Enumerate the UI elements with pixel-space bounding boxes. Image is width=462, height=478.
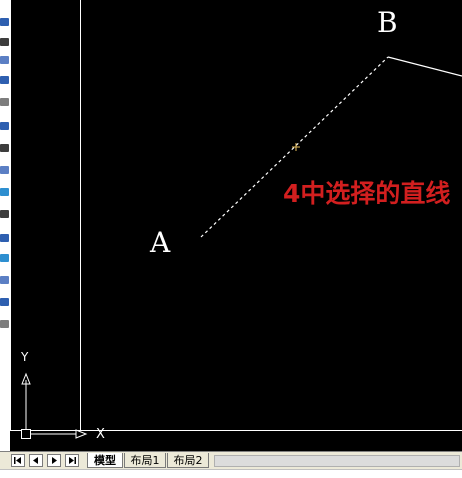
previous-layout-arrow-icon: [33, 457, 38, 464]
toolbar-icon[interactable]: [0, 276, 9, 284]
toolbar-icon[interactable]: [0, 144, 9, 152]
tab-layout2[interactable]: 布局2: [167, 453, 209, 468]
first-layout-arrow-icon: [14, 457, 21, 464]
line-midpoint-marker: [292, 143, 300, 151]
toolbar-icon[interactable]: [0, 98, 9, 106]
ucs-x-label: X: [96, 427, 105, 442]
annotation-label: 4中选择的直线: [283, 179, 451, 208]
point-b-label: B: [377, 6, 398, 39]
toolbar-icon[interactable]: [0, 234, 9, 242]
horizontal-scrollbar[interactable]: [214, 455, 460, 467]
toolbar-icon[interactable]: [0, 320, 9, 328]
toolbar-icon[interactable]: [0, 188, 9, 196]
next-layout-button[interactable]: [47, 454, 61, 467]
toolbar-icon[interactable]: [0, 18, 9, 26]
last-layout-arrow-icon: [69, 457, 76, 464]
line-from-b[interactable]: [387, 56, 462, 77]
tab-model[interactable]: 模型: [87, 453, 123, 468]
toolbar-icon[interactable]: [0, 254, 9, 262]
previous-layout-button[interactable]: [29, 454, 43, 467]
next-layout-arrow-icon: [52, 457, 57, 464]
toolbar-icon[interactable]: [0, 38, 9, 46]
point-a-label: A: [150, 226, 171, 259]
layout-tab-bar: 模型 布局1 布局2: [0, 451, 462, 470]
tab-layout1[interactable]: 布局1: [124, 453, 166, 468]
toolbar-icon[interactable]: [0, 122, 9, 130]
toolbar-icon[interactable]: [0, 298, 9, 306]
toolbar-icon[interactable]: [0, 210, 9, 218]
toolbar-icon[interactable]: [0, 76, 9, 84]
drawing-canvas[interactable]: A B 4中选择的直线 Y X: [10, 0, 462, 451]
drawing-entities: [10, 0, 462, 439]
toolbar-icon[interactable]: [0, 166, 9, 174]
first-layout-button[interactable]: [11, 454, 25, 467]
toolbar-icon[interactable]: [0, 56, 9, 64]
ucs-icon: [21, 372, 88, 439]
ucs-y-label: Y: [21, 350, 29, 364]
last-layout-button[interactable]: [65, 454, 79, 467]
